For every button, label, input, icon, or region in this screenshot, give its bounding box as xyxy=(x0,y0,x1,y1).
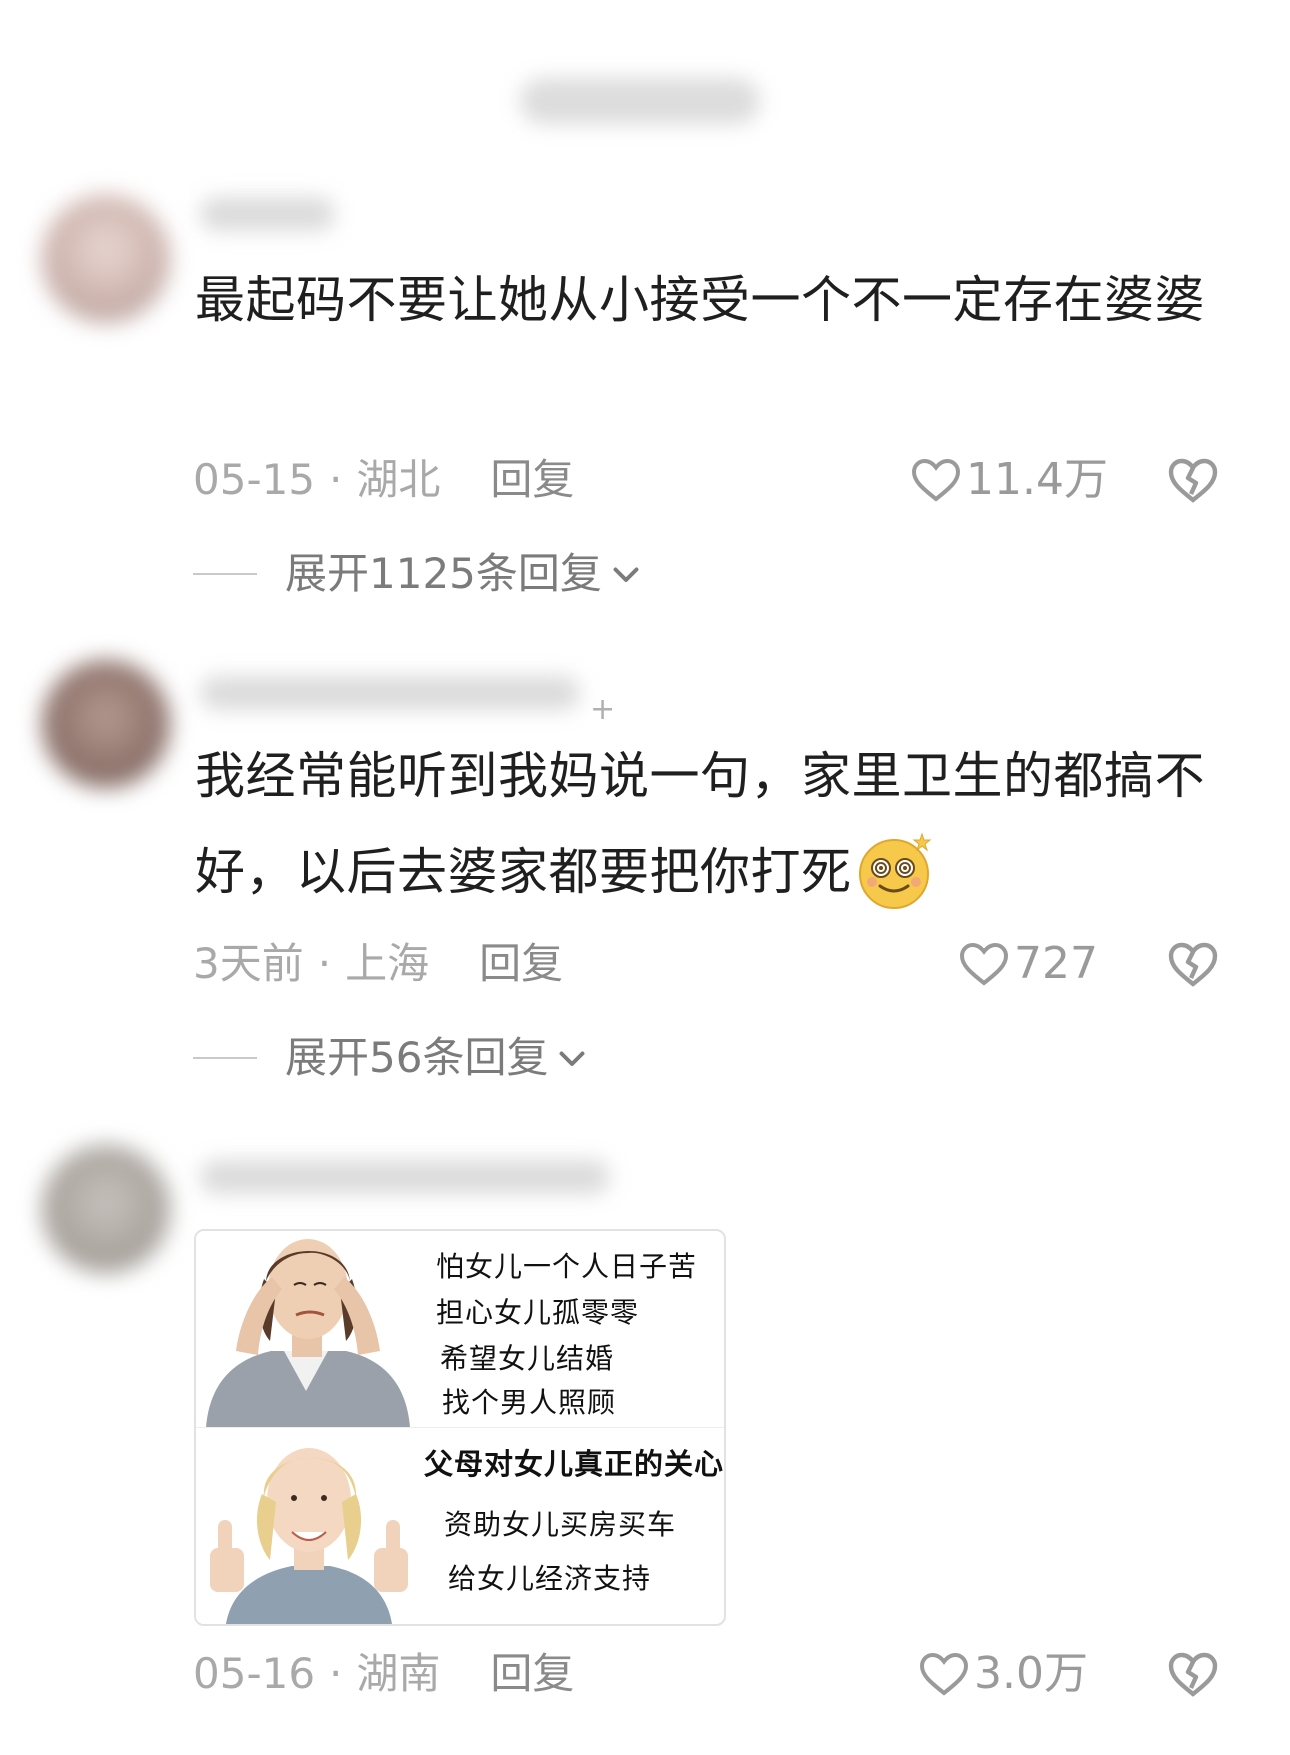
meme-text-line: 担心女儿孤零零 xyxy=(436,1296,640,1329)
like-count: 11.4万 xyxy=(966,454,1108,505)
comment-location: 湖南 xyxy=(356,1649,441,1698)
like-button[interactable]: 3.0万 xyxy=(918,1648,1088,1700)
broken-heart-icon xyxy=(1168,942,1218,987)
meme-text-line: 怕女儿一个人日子苦 xyxy=(436,1250,698,1283)
broken-heart-icon xyxy=(1168,458,1218,503)
comment-meta: 05-15 · 湖北 回复 xyxy=(193,454,574,506)
stressed-woman-illustration xyxy=(196,1231,416,1427)
expand-replies-label: 展开1125条回复 xyxy=(285,549,602,598)
expand-replies-label: 展开56条回复 xyxy=(285,1033,549,1082)
comment-image[interactable]: 怕女儿一个人日子苦 担心女儿孤零零 希望女儿结婚 找个男人照顾 父母对女儿真正的… xyxy=(194,1229,726,1626)
dislike-button[interactable] xyxy=(1165,936,1221,992)
meme-text-line: 希望女儿结婚 xyxy=(440,1342,615,1375)
heart-outline-icon xyxy=(919,1652,969,1696)
comment-text-content: 我经常能听到我妈说一句，家里卫生的都搞不好，以后去婆家都要把你打死 xyxy=(195,747,1205,901)
meta-separator: · xyxy=(329,1649,343,1698)
reply-button[interactable]: 回复 xyxy=(479,939,563,988)
broken-heart-icon xyxy=(1168,1652,1218,1697)
username-blurred[interactable] xyxy=(200,1160,610,1194)
smiling-woman-thumbs-up-illustration xyxy=(196,1428,416,1624)
expand-replies[interactable]: 展开1125条回复 xyxy=(193,546,644,602)
heart-outline-icon xyxy=(959,942,1009,986)
meme-text-line: 找个男人照顾 xyxy=(442,1386,617,1419)
dislike-button[interactable] xyxy=(1165,1646,1221,1702)
comment-meta: 3天前 · 上海 回复 xyxy=(193,938,563,990)
comment-location: 湖北 xyxy=(356,455,441,504)
comment-location: 上海 xyxy=(345,939,430,988)
meta-separator: · xyxy=(329,455,343,504)
comment-date: 05-16 xyxy=(193,1649,316,1698)
dislike-button[interactable] xyxy=(1165,452,1221,508)
expand-replies[interactable]: 展开56条回复 xyxy=(193,1030,590,1086)
like-button[interactable]: 727 xyxy=(958,938,1098,990)
like-button[interactable]: 11.4万 xyxy=(910,454,1108,506)
comment-date: 3天前 xyxy=(193,939,304,988)
avatar[interactable] xyxy=(42,195,170,323)
badge-plus-icon: + xyxy=(590,692,616,727)
blurred-header xyxy=(520,78,760,124)
like-count: 3.0万 xyxy=(974,1648,1088,1699)
username-blurred[interactable] xyxy=(200,197,335,231)
username-blurred[interactable] xyxy=(200,676,580,710)
comment-text: 最起码不要让她从小接受一个不一定存在婆婆 xyxy=(195,271,1205,329)
chevron-down-icon xyxy=(613,567,639,582)
comment-date: 05-15 xyxy=(193,455,316,504)
dizzy-smiling-face-emoji xyxy=(858,831,931,909)
meta-separator: · xyxy=(317,939,332,988)
comment-text: 我经常能听到我妈说一句，家里卫生的都搞不好，以后去婆家都要把你打死 xyxy=(195,728,1235,920)
meme-heading: 父母对女儿真正的关心: xyxy=(424,1447,726,1481)
chevron-down-icon xyxy=(560,1051,585,1066)
reply-button[interactable]: 回复 xyxy=(490,1649,574,1698)
meme-text-line: 给女儿经济支持 xyxy=(448,1562,652,1595)
divider-line xyxy=(193,1057,257,1059)
comment-meta: 05-16 · 湖南 回复 xyxy=(193,1648,574,1700)
avatar[interactable] xyxy=(42,660,170,788)
heart-outline-icon xyxy=(911,458,961,502)
divider-line xyxy=(193,573,257,575)
avatar[interactable] xyxy=(42,1145,170,1273)
comment-list-screen: 最起码不要让她从小接受一个不一定存在婆婆 05-15 · 湖北 回复 11.4万 展开… xyxy=(0,0,1290,1755)
like-count: 727 xyxy=(1014,938,1098,989)
meme-text-line: 资助女儿买房买车 xyxy=(444,1508,677,1541)
reply-button[interactable]: 回复 xyxy=(490,455,574,504)
